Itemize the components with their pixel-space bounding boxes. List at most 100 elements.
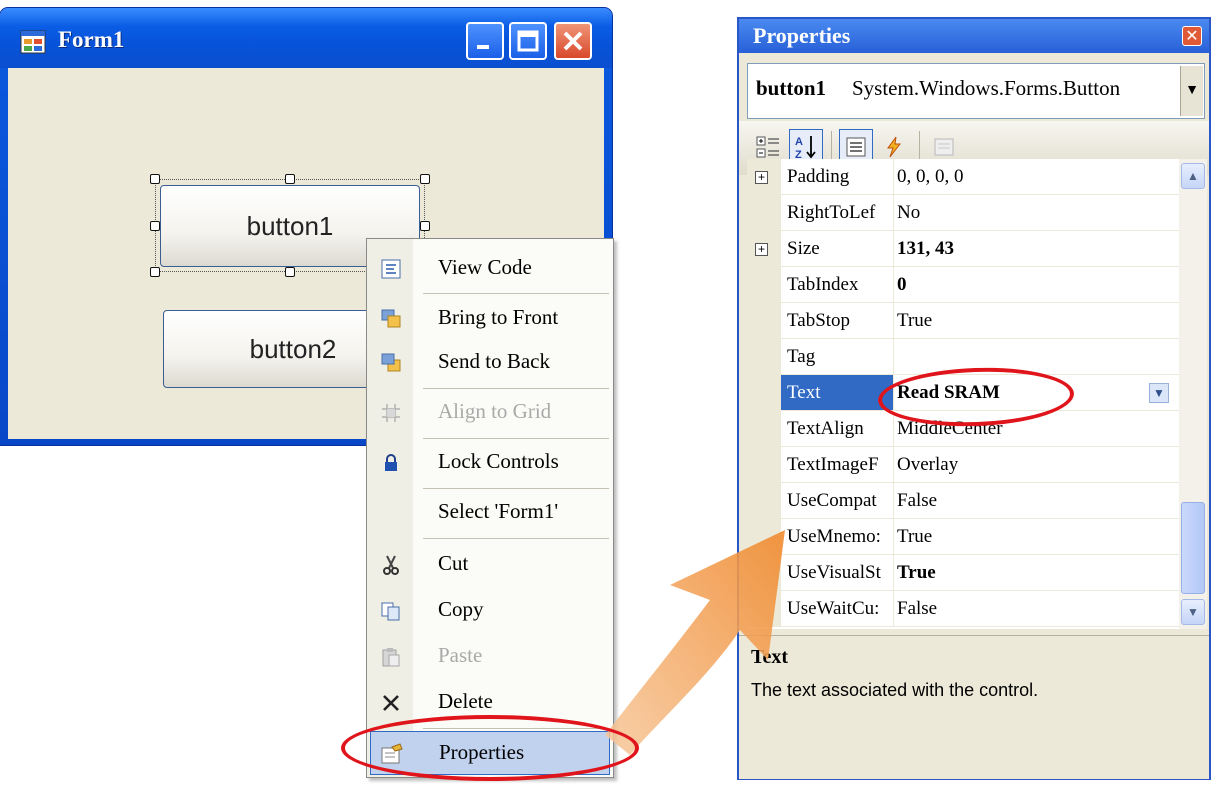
- property-value[interactable]: False: [897, 598, 937, 620]
- property-row-tabstop[interactable]: TabStop True: [747, 303, 1179, 339]
- menu-item-align-to-grid[interactable]: Align to Grid: [367, 391, 613, 435]
- menu-item-label: View Code: [438, 255, 532, 279]
- categorized-icon: [756, 136, 779, 158]
- bring-to-front-icon: [379, 307, 403, 331]
- property-row-size[interactable]: + Size 131, 43: [747, 231, 1179, 267]
- property-name: TextAlign: [787, 418, 864, 439]
- property-name: TabStop: [787, 310, 851, 331]
- property-row-tabindex[interactable]: TabIndex 0: [747, 267, 1179, 303]
- property-name: RightToLef: [787, 202, 876, 223]
- properties-titlebar[interactable]: Properties ✕: [739, 19, 1209, 53]
- property-name: TabIndex: [787, 274, 859, 295]
- description-panel: Text The text associated with the contro…: [739, 635, 1209, 779]
- property-row-padding[interactable]: + Padding 0, 0, 0, 0: [747, 159, 1179, 195]
- menu-item-label: Send to Back: [438, 349, 550, 373]
- lightning-icon: [887, 136, 902, 158]
- property-row-textimagef[interactable]: TextImageF Overlay: [747, 447, 1179, 483]
- menu-item-bring-to-front[interactable]: Bring to Front: [367, 297, 613, 341]
- property-name: UseWaitCu:: [787, 598, 880, 619]
- column-divider: [893, 159, 894, 195]
- property-row-usecompat[interactable]: UseCompat False: [747, 483, 1179, 519]
- property-pages-icon: [934, 138, 954, 156]
- row-gutter: [747, 267, 781, 303]
- property-value[interactable]: True: [897, 526, 932, 548]
- resize-handle[interactable]: [150, 221, 160, 231]
- menu-separator: [423, 438, 609, 439]
- context-menu: View Code Bring to Front Send to Back Al…: [366, 238, 614, 778]
- resize-handle[interactable]: [285, 267, 295, 277]
- menu-item-paste[interactable]: Paste: [367, 635, 613, 679]
- menu-item-label: Delete: [438, 689, 493, 713]
- menu-separator: [423, 293, 609, 294]
- close-icon: ✕: [1185, 28, 1199, 45]
- sort-alphabetical-icon: AZ: [795, 136, 816, 161]
- copy-icon: [379, 599, 403, 623]
- menu-item-send-to-back[interactable]: Send to Back: [367, 341, 613, 385]
- property-name: UseMnemo:: [787, 526, 881, 547]
- expand-icon[interactable]: +: [755, 243, 768, 256]
- property-value[interactable]: 0, 0, 0, 0: [897, 166, 964, 188]
- resize-handle[interactable]: [150, 267, 160, 277]
- minimize-icon: [477, 45, 489, 49]
- align-to-grid-icon: [379, 401, 403, 425]
- maximize-button[interactable]: [509, 22, 547, 60]
- row-gutter: [747, 303, 781, 339]
- menu-item-label: Bring to Front: [438, 305, 559, 329]
- property-row-usemnemo[interactable]: UseMnemo: True: [747, 519, 1179, 555]
- property-name: Size: [787, 238, 820, 259]
- property-value[interactable]: True: [897, 562, 936, 584]
- resize-handle[interactable]: [420, 221, 430, 231]
- menu-item-cut[interactable]: Cut: [367, 543, 613, 587]
- property-value[interactable]: Overlay: [897, 454, 958, 476]
- property-row-righttolef[interactable]: RightToLef No: [747, 195, 1179, 231]
- resize-handle[interactable]: [285, 174, 295, 184]
- column-divider: [893, 483, 894, 519]
- scroll-thumb[interactable]: [1181, 502, 1205, 594]
- vertical-scrollbar[interactable]: ▲ ▼: [1179, 159, 1207, 629]
- menu-separator: [423, 488, 609, 489]
- delete-icon: [379, 691, 403, 715]
- minimize-button[interactable]: [466, 22, 504, 60]
- resize-handle[interactable]: [420, 174, 430, 184]
- svg-text:A: A: [795, 136, 803, 148]
- expand-icon[interactable]: +: [755, 171, 768, 184]
- menu-item-select-form1[interactable]: Select 'Form1': [367, 491, 613, 535]
- resize-handle[interactable]: [150, 174, 160, 184]
- property-value[interactable]: No: [897, 202, 920, 224]
- annotation-arrow: [605, 530, 785, 755]
- form1-title: Form1: [58, 27, 125, 52]
- column-divider: [893, 411, 894, 447]
- scissors-icon: [379, 553, 403, 577]
- property-row-usevisualst[interactable]: UseVisualSt True: [747, 555, 1179, 591]
- chevron-down-icon[interactable]: ▼: [1180, 66, 1203, 116]
- row-gutter: [747, 339, 781, 375]
- form1-titlebar[interactable]: Form1: [0, 8, 612, 68]
- paste-icon: [379, 645, 403, 669]
- menu-item-lock-controls[interactable]: Lock Controls: [367, 441, 613, 485]
- scroll-up-arrow-icon[interactable]: ▲: [1181, 163, 1205, 189]
- column-divider: [893, 447, 894, 483]
- close-button[interactable]: [554, 22, 592, 60]
- properties-close-button[interactable]: ✕: [1182, 26, 1202, 46]
- menu-separator: [423, 538, 609, 539]
- menu-item-label: Select 'Form1': [438, 499, 559, 523]
- property-name: Tag: [787, 346, 816, 367]
- scroll-down-arrow-icon[interactable]: ▼: [1181, 599, 1205, 625]
- menu-item-copy[interactable]: Copy: [367, 589, 613, 633]
- property-value[interactable]: 0: [897, 274, 907, 296]
- object-selector-combo[interactable]: button1 System.Windows.Forms.Button ▼: [747, 63, 1205, 119]
- menu-item-view-code[interactable]: View Code: [367, 247, 613, 291]
- menu-item-label: Paste: [438, 643, 483, 667]
- column-divider: [893, 519, 894, 555]
- column-divider: [893, 231, 894, 267]
- property-name: TextImageF: [787, 454, 879, 475]
- chevron-down-icon[interactable]: ▼: [1149, 383, 1169, 403]
- column-divider: [893, 339, 894, 375]
- lock-icon: [379, 451, 403, 475]
- property-value[interactable]: 131, 43: [897, 238, 954, 260]
- property-value[interactable]: True: [897, 310, 932, 332]
- property-row-usewaitcu[interactable]: UseWaitCu: False: [747, 591, 1179, 627]
- menu-separator: [423, 388, 609, 389]
- property-value[interactable]: False: [897, 490, 937, 512]
- menu-item-label: Cut: [438, 551, 469, 575]
